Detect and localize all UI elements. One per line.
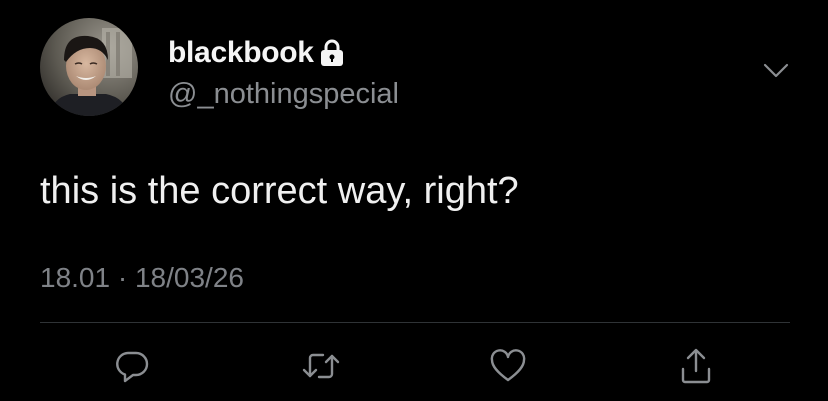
chevron-down-icon[interactable] (762, 60, 790, 82)
tweet-timestamp: 18.01 · 18/03/26 (40, 258, 244, 298)
avatar-image (40, 18, 138, 116)
reply-button[interactable] (110, 344, 154, 388)
retweet-button[interactable] (299, 344, 343, 388)
share-icon (678, 347, 714, 385)
tweet-text: this is the correct way, right? (40, 170, 519, 212)
divider (40, 322, 790, 323)
share-button[interactable] (674, 344, 718, 388)
lock-icon (320, 39, 344, 67)
meta-separator: · (117, 262, 128, 293)
reply-icon (114, 348, 150, 384)
tweet-date: 18/03/26 (134, 262, 244, 293)
heart-icon (489, 348, 527, 384)
author-name-row: blackbook (168, 33, 344, 73)
retweet-icon (301, 348, 341, 384)
tweet-time: 18.01 (40, 262, 111, 293)
display-name[interactable]: blackbook (168, 33, 314, 73)
author-handle[interactable]: @_nothingspecial (168, 74, 399, 114)
like-button[interactable] (486, 344, 530, 388)
avatar[interactable] (40, 18, 138, 116)
